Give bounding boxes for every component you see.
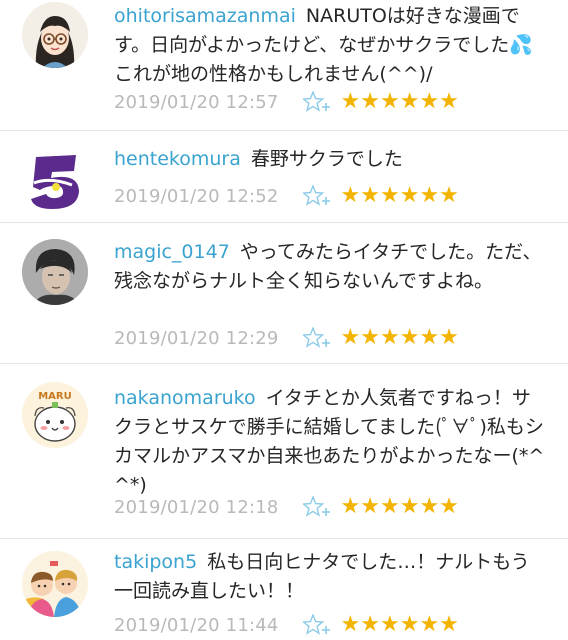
timestamp: 2019/01/20 12:29: [114, 327, 279, 349]
username-link[interactable]: ohitorisamazanmai: [114, 5, 296, 27]
rating-stars: ★★★★★★: [340, 494, 459, 519]
girl-with-glasses-avatar[interactable]: [22, 2, 88, 68]
maru-character-avatar[interactable]: MARU: [22, 382, 88, 448]
kids-illustration-avatar[interactable]: [22, 551, 88, 617]
comment-text: takipon5 私も日向ヒナタでした…！ナルトもう一回読み直したい！！: [114, 548, 548, 606]
username-link[interactable]: takipon5: [114, 551, 197, 573]
add-favorite-star-icon[interactable]: [302, 614, 331, 636]
comment-meta: 2019/01/20 11:44 ★★★★★★: [114, 612, 459, 638]
timestamp: 2019/01/20 11:44: [114, 614, 279, 636]
rating-stars: ★★★★★★: [340, 612, 459, 637]
comment-text: hentekomura 春野サクラでした: [114, 145, 548, 174]
username-link[interactable]: nakanomaruko: [114, 387, 256, 409]
add-favorite-star-icon[interactable]: [302, 91, 331, 113]
add-favorite-star-icon[interactable]: [302, 496, 331, 518]
comment-message: 春野サクラでした: [250, 148, 403, 170]
comment-item: hentekomura 春野サクラでした 2019/01/20 12:52 ★★★…: [0, 131, 568, 223]
username-link[interactable]: magic_0147: [114, 241, 230, 263]
username-link[interactable]: hentekomura: [114, 148, 241, 170]
purple-number-five-avatar[interactable]: [22, 147, 88, 213]
comment-feed: ohitorisamazanmai NARUTOは好きな漫画です。日向がよかったけ…: [0, 0, 568, 640]
timestamp: 2019/01/20 12:52: [114, 185, 279, 207]
add-favorite-star-icon[interactable]: [302, 327, 331, 349]
comment-meta: 2019/01/20 12:29 ★★★★★★: [114, 325, 459, 351]
rating-stars: ★★★★★★: [340, 325, 459, 350]
comment-meta: 2019/01/20 12:18 ★★★★★★: [114, 494, 459, 520]
rating-stars: ★★★★★★: [340, 183, 459, 208]
comment-item: takipon5 私も日向ヒナタでした…！ナルトもう一回読み直したい！！ 2019…: [0, 539, 568, 640]
rating-stars: ★★★★★★: [340, 89, 459, 114]
svg-text:MARU: MARU: [38, 391, 72, 402]
comment-item: ohitorisamazanmai NARUTOは好きな漫画です。日向がよかったけ…: [0, 0, 568, 131]
comment-text: ohitorisamazanmai NARUTOは好きな漫画です。日向がよかったけ…: [114, 2, 548, 89]
comment-item: MARU nakanomaruko イタチとか人気者ですねっ！サクラとサスケで勝手…: [0, 364, 568, 539]
comment-item: magic_0147 やってみたらイタチでした。ただ、残念ながらナルト全く知らない…: [0, 223, 568, 364]
comment-text: nakanomaruko イタチとか人気者ですねっ！サクラとサスケで勝手に結婚して…: [114, 384, 548, 500]
add-favorite-star-icon[interactable]: [302, 185, 331, 207]
comment-meta: 2019/01/20 12:57 ★★★★★★: [114, 89, 459, 115]
timestamp: 2019/01/20 12:18: [114, 496, 279, 518]
man-photo-avatar[interactable]: [22, 239, 88, 305]
comment-meta: 2019/01/20 12:52 ★★★★★★: [114, 183, 459, 209]
comment-text: magic_0147 やってみたらイタチでした。ただ、残念ながらナルト全く知らない…: [114, 238, 548, 296]
timestamp: 2019/01/20 12:57: [114, 91, 279, 113]
